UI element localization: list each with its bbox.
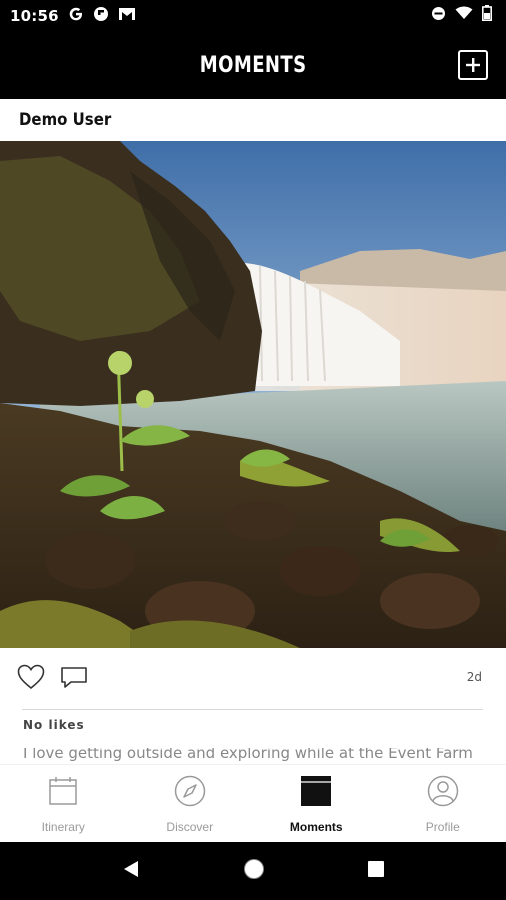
comment-icon xyxy=(61,667,87,688)
do-not-disturb-icon xyxy=(431,6,446,26)
gmail-icon xyxy=(118,7,136,24)
plus-icon xyxy=(466,58,480,72)
calendar-icon xyxy=(47,775,79,807)
moments-icon xyxy=(300,775,332,807)
like-button[interactable] xyxy=(17,664,47,692)
recents-icon[interactable] xyxy=(367,860,385,883)
divider xyxy=(22,709,483,710)
bottom-tab-bar: Itinerary Discover Moments Profile xyxy=(0,764,506,842)
post-caption-text: I love getting outside and exploring whi… xyxy=(23,748,473,762)
page-title: MOMENTS xyxy=(199,52,307,78)
comment-button[interactable] xyxy=(60,665,90,693)
post-header: Demo User xyxy=(0,99,506,141)
post-actions: 2d xyxy=(0,648,506,708)
battery-icon xyxy=(482,5,492,26)
heart-icon xyxy=(17,664,45,690)
tab-label: Moments xyxy=(289,820,343,834)
tab-discover[interactable]: Discover xyxy=(127,765,254,842)
landscape-photo xyxy=(0,141,506,648)
tab-label: Profile xyxy=(425,820,460,834)
profile-icon xyxy=(427,775,459,807)
google-icon xyxy=(68,6,84,25)
compass-icon xyxy=(174,775,206,807)
status-bar: 10:56 xyxy=(0,0,506,31)
post-photo[interactable] xyxy=(0,141,506,648)
post-user-name[interactable]: Demo User xyxy=(19,110,111,130)
system-nav-bar xyxy=(0,842,506,900)
wifi-icon xyxy=(455,6,473,25)
home-icon[interactable] xyxy=(243,858,265,885)
tab-profile[interactable]: Profile xyxy=(380,765,506,842)
back-icon[interactable] xyxy=(121,859,141,884)
app-header: MOMENTS xyxy=(0,31,506,99)
status-time: 10:56 xyxy=(10,6,59,25)
tab-moments[interactable]: Moments xyxy=(253,765,380,842)
tab-itinerary[interactable]: Itinerary xyxy=(0,765,127,842)
add-moment-button[interactable] xyxy=(458,50,488,80)
post-caption: I love getting outside and exploring whi… xyxy=(23,748,503,762)
tab-label: Discover xyxy=(166,820,214,834)
post-age: 2d xyxy=(466,670,482,684)
likes-count[interactable]: No likes xyxy=(23,718,85,732)
tab-label: Itinerary xyxy=(41,820,85,834)
flipboard-icon xyxy=(93,6,109,25)
